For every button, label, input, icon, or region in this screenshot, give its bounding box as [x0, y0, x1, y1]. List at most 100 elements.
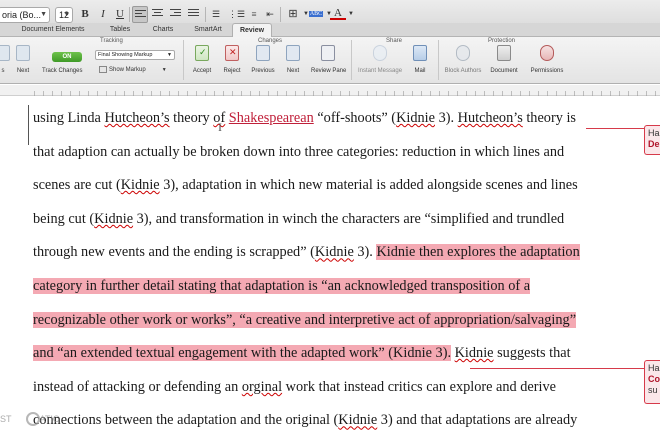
- watermark-right-text: ATIC: [39, 414, 60, 424]
- group-label-protection: Protection: [488, 38, 516, 44]
- comment-text: Co: [648, 374, 660, 384]
- text-run: connections between the adaptation and t…: [33, 412, 339, 429]
- mail-icon: [413, 45, 427, 61]
- font-size-select[interactable]: 12 ▼: [55, 7, 73, 23]
- align-right-button[interactable]: [168, 6, 184, 23]
- lock-icon: [497, 45, 511, 61]
- italic-button[interactable]: I: [95, 6, 111, 23]
- paragraph-line: recognizable other work or works”, “a cr…: [33, 311, 577, 329]
- text-run: 3), and transformation in winch the char…: [133, 210, 565, 227]
- flagged-word: Kidnie: [120, 177, 160, 194]
- margin-comment[interactable]: Ha De: [644, 125, 660, 155]
- font-color-dropdown[interactable]: ▼: [343, 6, 359, 23]
- accept-icon: ✓: [195, 45, 209, 61]
- text-run: 3), adaptation in which new material is …: [159, 177, 578, 194]
- previous-change-icon: [256, 45, 270, 61]
- numbered-list-button[interactable]: ≡: [246, 6, 262, 23]
- track-changes-toggle[interactable]: ON: [52, 52, 82, 62]
- paragraph-line: scenes are cut (Kidnie 3), adaptation in…: [33, 177, 578, 194]
- next-comment-button[interactable]: Next: [6, 45, 40, 74]
- reject-label: Reject: [223, 68, 241, 74]
- show-markup-menu[interactable]: Show Markup ▼: [99, 66, 167, 73]
- review-pane-icon: [321, 45, 335, 61]
- paragraph-line: and “an extended textual engagement with…: [33, 345, 571, 362]
- permissions-icon: [540, 45, 554, 61]
- document-page[interactable]: using Linda Hutcheon’s theory of Shakesp…: [0, 96, 660, 440]
- bulleted-list-button[interactable]: ⋮☰: [228, 6, 245, 23]
- text-run: theory is: [522, 110, 576, 126]
- justify-button[interactable]: [186, 6, 202, 23]
- margin-comment[interactable]: Ha Co su: [644, 360, 660, 404]
- block-authors-button[interactable]: Block Authors: [443, 45, 483, 74]
- highlighted-text: recognizable other work or works”, “a cr…: [33, 311, 577, 328]
- underline-button[interactable]: U: [112, 6, 128, 23]
- font-name-select[interactable]: oria (Bo... ▼: [0, 7, 50, 23]
- horizontal-ruler[interactable]: [0, 85, 660, 96]
- highlighted-text: Kidnie then explores the adaptation: [376, 244, 580, 261]
- align-left-button[interactable]: [132, 6, 148, 23]
- flagged-word: Hutcheon’s: [457, 110, 523, 126]
- track-changes-label: Track Changes: [42, 68, 83, 74]
- line-spacing-button[interactable]: ☰: [208, 6, 224, 23]
- text-run: scenes are cut (: [33, 177, 121, 194]
- review-pane-button[interactable]: Review Pane: [311, 45, 346, 74]
- text-run: 3).: [435, 110, 458, 126]
- paragraph-line: through new events and the ending is scr…: [33, 244, 580, 261]
- show-markup-icon: [99, 66, 107, 73]
- text-run: 3) and that adaptations are already: [377, 412, 578, 429]
- text-run: being cut (: [33, 210, 95, 227]
- font-name-value: oria (Bo...: [2, 10, 42, 20]
- comment-author: Ha: [648, 128, 660, 138]
- separator: [280, 7, 281, 22]
- align-center-button[interactable]: [150, 6, 166, 23]
- watermark-left-text: ST: [0, 414, 12, 424]
- review-ribbon: Tracking Changes Share Protection s Next…: [0, 37, 660, 84]
- reject-icon: ✕: [225, 45, 239, 61]
- highlighted-text: and “an extended textual engagement with…: [33, 345, 452, 362]
- text-run: work that instead critics can explore an…: [282, 378, 556, 395]
- next-change-button[interactable]: Next: [276, 45, 310, 74]
- protect-document-label: Document: [490, 68, 518, 74]
- ibeam-cursor-icon: I: [218, 120, 222, 134]
- paragraph-line: using Linda Hutcheon’s theory of Shakesp…: [33, 110, 576, 127]
- comment-connector: [586, 128, 644, 129]
- paragraph-line: instead of attacking or defending an org…: [33, 379, 556, 396]
- flagged-word: Kidnie: [396, 110, 435, 126]
- bold-button[interactable]: B: [77, 6, 93, 23]
- markup-view-select[interactable]: Final Showing Markup ▼: [95, 50, 175, 60]
- show-markup-label: Show Markup: [109, 67, 146, 74]
- flagged-word: Kidnie: [314, 244, 354, 261]
- chat-bubble-icon: [373, 45, 387, 61]
- protect-document-button[interactable]: Document: [487, 45, 521, 74]
- flagged-word: Kidnie: [454, 345, 494, 362]
- next-change-label: Next: [286, 68, 300, 74]
- tab-document-elements[interactable]: Document Elements: [12, 23, 94, 37]
- separator: [129, 7, 130, 22]
- previous-change-button[interactable]: Previous: [246, 45, 280, 74]
- tab-tables[interactable]: Tables: [100, 23, 140, 37]
- flagged-word: orginal: [241, 378, 283, 395]
- paragraph-line: connections between the adaptation and t…: [33, 412, 577, 429]
- text-run: theory: [169, 110, 214, 126]
- chevron-down-icon: ▼: [161, 67, 167, 74]
- next-comment-label: Next: [16, 68, 30, 74]
- justify-icon: [188, 9, 199, 19]
- text-run: instead of attacking or defending an: [33, 378, 242, 395]
- decrease-indent-button[interactable]: ⇤: [262, 6, 278, 23]
- mail-button[interactable]: Mail: [403, 45, 437, 74]
- text-run: 3).: [353, 244, 377, 261]
- flagged-word: Kidnie: [338, 412, 378, 429]
- separator: [351, 40, 352, 80]
- tab-charts[interactable]: Charts: [145, 23, 181, 37]
- text-run: using Linda: [33, 110, 105, 126]
- group-label-share: Share: [386, 38, 403, 44]
- accept-button[interactable]: ✓ Accept: [185, 45, 219, 74]
- flagged-word: Hutcheon’s: [104, 110, 170, 126]
- tab-review[interactable]: Review: [232, 23, 272, 37]
- text-cursor: [28, 105, 29, 145]
- reject-button[interactable]: ✕ Reject: [215, 45, 249, 74]
- chevron-down-icon: ▼: [167, 52, 172, 58]
- tab-smartart[interactable]: SmartArt: [186, 23, 230, 37]
- instant-message-button[interactable]: Instant Message: [358, 45, 402, 74]
- permissions-button[interactable]: Permissions: [527, 45, 567, 74]
